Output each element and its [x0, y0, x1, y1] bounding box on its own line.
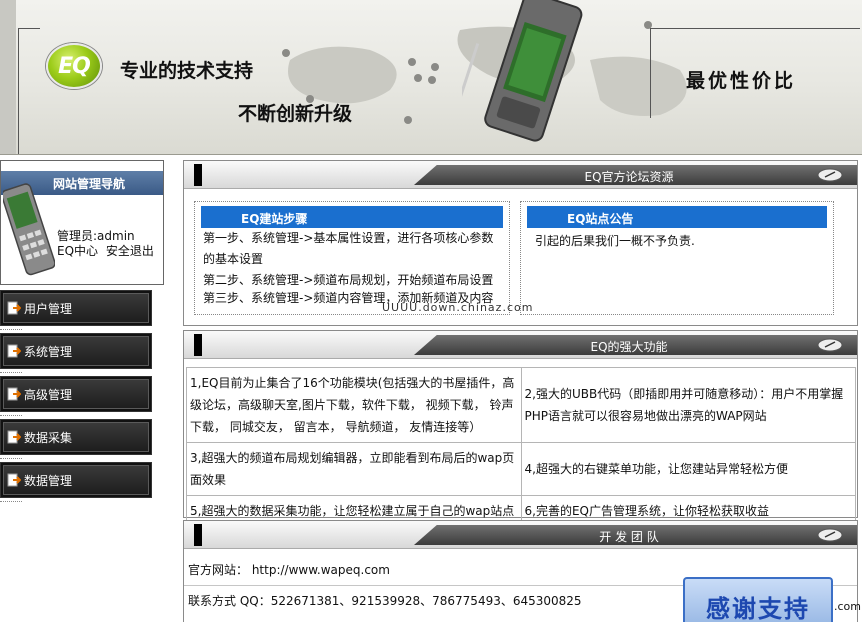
panel-header: EQ官方论坛资源	[184, 161, 857, 189]
step-line: 第一步、系统管理->基本属性设置，进行各项核心参数	[203, 231, 494, 245]
menu-label: 数据管理	[24, 473, 73, 488]
header-marker	[194, 524, 202, 546]
menu-item-system-management[interactable]: 系统管理	[0, 333, 152, 369]
thanks-support-text: 感谢支持	[706, 595, 810, 622]
admin-nav-card: 网站管理导航 管理员:admin EQ中心 安全退出	[0, 160, 164, 285]
setup-steps-box: EQ建站步骤 第一步、系统管理->基本属性设置，进行各项核心参数 的基本设置 第…	[194, 201, 510, 315]
arrow-doc-icon	[7, 430, 21, 444]
feature-cell: 3,超强大的频道布局规划编辑器，立即能看到布局后的wap页面效果	[186, 442, 522, 496]
watermark-text: UUUU.down.chinaz.com	[382, 301, 534, 314]
banner-left-strip	[0, 0, 16, 154]
eq-logo-text: EQ	[58, 53, 91, 79]
feature-cell: 4,超强大的右键菜单功能，让您建站异常轻松方便	[520, 442, 856, 496]
step-line: 的基本设置	[203, 252, 264, 266]
site-notice-box: EQ站点公告 引起的后果我们一概不予负责.	[520, 201, 834, 315]
features-panel: EQ的强大功能 1,EQ目前为止集合了16个功能模块(包括强大的书屋插件，高级论…	[183, 330, 858, 527]
feature-cell: 2,强大的UBB代码（即插即用并可随意移动）：用户不用掌握PHP语言就可以很容易…	[520, 367, 856, 443]
setup-steps-heading: EQ建站步骤	[201, 206, 503, 228]
header-marker	[194, 334, 202, 356]
header-banner: EQ 专业的技术支持 不断创新升级 最优性价比	[0, 0, 862, 155]
oval-ornament-icon	[817, 528, 843, 542]
nav-title: 网站管理导航	[53, 177, 126, 191]
thanks-support-badge[interactable]: 感谢支持	[683, 577, 833, 622]
site-notice-text: 引起的后果我们一概不予负责.	[535, 234, 695, 248]
arrow-doc-icon	[7, 344, 21, 358]
site-notice-heading: EQ站点公告	[527, 206, 827, 228]
header-marker	[194, 164, 202, 186]
thanks-badge-suffix: .com	[834, 600, 861, 613]
logout-link[interactable]: 安全退出	[106, 244, 154, 258]
menu-item-advanced-management[interactable]: 高级管理	[0, 376, 152, 412]
feature-cell: 1,EQ目前为止集合了16个功能模块(包括强大的书屋插件，高级论坛，高级聊天室,…	[186, 367, 522, 443]
panel-title: EQ的强大功能	[590, 340, 668, 354]
admin-links: EQ中心 安全退出	[57, 242, 158, 259]
menu-label: 用户管理	[24, 301, 73, 316]
menu-label: 数据采集	[24, 430, 73, 445]
banner-frame-left	[18, 28, 40, 154]
arrow-doc-icon	[7, 387, 21, 401]
step-line: 第二步、系统管理->频道布局规划，开始频道布局设置	[203, 273, 494, 287]
eq-logo: EQ	[46, 43, 102, 89]
divider	[0, 329, 22, 332]
divider	[0, 501, 22, 504]
panel-header: EQ的强大功能	[184, 331, 857, 359]
oval-ornament-icon	[817, 338, 843, 352]
table-row: 3,超强大的频道布局规划编辑器，立即能看到布局后的wap页面效果 4,超强大的右…	[186, 442, 856, 496]
menu-item-data-management[interactable]: 数据管理	[0, 462, 152, 498]
divider	[0, 458, 22, 461]
arrow-doc-icon	[7, 473, 21, 487]
banner-tagline-support: 专业的技术支持	[120, 60, 254, 82]
features-table: 1,EQ目前为止集合了16个功能模块(包括强大的书屋插件，高级论坛，高级聊天室,…	[186, 367, 856, 527]
pda-phone-image	[462, 0, 583, 142]
oval-ornament-icon	[817, 168, 843, 182]
phone-image	[3, 183, 55, 276]
banner-tagline-innovation: 不断创新升级	[238, 103, 353, 125]
menu-label: 高级管理	[24, 387, 73, 402]
divider	[0, 372, 22, 375]
banner-tagline-value: 最优性价比	[686, 70, 797, 92]
panel-title: 开 发 团 队	[599, 530, 659, 544]
menu-item-data-collection[interactable]: 数据采集	[0, 419, 152, 455]
table-row: 1,EQ目前为止集合了16个功能模块(包括强大的书屋插件，高级论坛，高级聊天室,…	[186, 367, 856, 443]
panel-header: 开 发 团 队	[184, 521, 857, 549]
eq-center-link[interactable]: EQ中心	[57, 244, 98, 258]
menu-item-user-management[interactable]: 用户管理	[0, 290, 152, 326]
menu-label: 系统管理	[24, 344, 73, 359]
divider	[0, 415, 22, 418]
arrow-doc-icon	[7, 301, 21, 315]
panel-title: EQ官方论坛资源	[584, 170, 674, 184]
